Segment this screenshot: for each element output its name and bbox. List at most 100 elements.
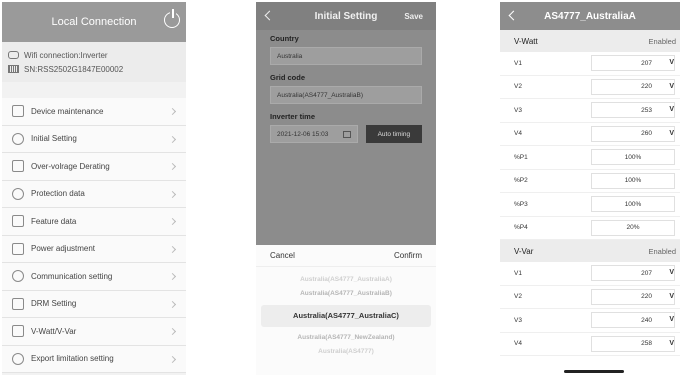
chevron-right-icon [168, 327, 177, 336]
serial-number-text: SN:RSS2502G1847E00002 [24, 64, 124, 74]
link-icon [8, 51, 19, 59]
menu-item-export-limitation[interactable]: Export limitation setting [2, 346, 186, 373]
param-name: V3 [514, 316, 522, 324]
menu-item-initial-setting[interactable]: Initial Setting [2, 126, 186, 153]
param-row: V2 220 V [500, 286, 680, 309]
param-row: V1 207 V [500, 52, 680, 76]
unit-label: V [669, 129, 674, 137]
param-input[interactable]: 100% [591, 149, 675, 165]
param-input[interactable]: 20% [591, 219, 675, 236]
auto-timing-button[interactable]: Auto timing [365, 125, 422, 143]
picker-option-selected[interactable]: Australia(AS4777_AustraliaC) [261, 305, 431, 327]
user-setting-icon [12, 132, 24, 145]
section-status[interactable]: Enabled [648, 247, 676, 256]
shield-icon [12, 187, 24, 200]
back-arrow-icon[interactable] [508, 10, 519, 21]
v-watt-section-header[interactable]: V-Watt Enabled [500, 30, 680, 52]
param-row: V4 260 V [500, 123, 680, 146]
param-name: V1 [514, 269, 522, 277]
chevron-right-icon [168, 245, 177, 253]
menu-item-label: Communication setting [31, 271, 113, 281]
chevron-right-icon [168, 355, 177, 363]
confirm-button[interactable]: Confirm [394, 251, 422, 260]
param-input[interactable]: 220 [591, 78, 675, 95]
param-row: V4 258 V [500, 333, 680, 356]
param-row: V3 253 V [500, 99, 680, 123]
menu-item-label: Protection data [31, 189, 85, 199]
param-input[interactable]: 220 [591, 288, 675, 305]
picker-option[interactable]: Australia(AS4777_AustraliaA) [256, 273, 436, 287]
param-row: V1 207 V [500, 262, 680, 286]
cancel-button[interactable]: Cancel [270, 251, 295, 260]
param-name: V4 [514, 340, 522, 348]
section-label: V-Var [514, 246, 534, 256]
param-input[interactable]: 258 [591, 335, 675, 352]
param-row: %P3 100% [500, 193, 680, 217]
header-bar: Local Connection [2, 2, 186, 42]
home-indicator [564, 370, 624, 373]
menu-item-power-adjustment[interactable]: Power adjustment [2, 236, 186, 263]
country-field[interactable]: Australia [270, 47, 422, 65]
param-name: V3 [514, 106, 522, 114]
picker-option[interactable]: Australia(AS4777_AustraliaB) [256, 287, 436, 301]
unit-label: V [669, 339, 674, 347]
param-name: V2 [514, 293, 522, 301]
header-bar: AS4777_AustraliaA [500, 2, 680, 30]
inverter-time-value: 2021-12-06 15:03 [277, 130, 329, 138]
menu-item-label: DRM Setting [31, 299, 77, 309]
picker-option[interactable]: Australia(AS4777_NewZealand) [256, 331, 436, 345]
param-input[interactable]: 240 [591, 312, 675, 328]
inverter-time-label: Inverter time [270, 112, 316, 121]
menu-item-v-watt-v-var[interactable]: V-Watt/V-Var [2, 318, 186, 346]
chevron-right-icon [168, 217, 177, 226]
unit-label: V [669, 316, 674, 323]
section-status[interactable]: Enabled [648, 37, 676, 46]
chevron-right-icon [168, 135, 177, 143]
param-name: %P1 [514, 153, 528, 161]
section-label: V-Watt [514, 36, 538, 46]
connection-info: Wifi connection:Inverter SN:RSS2502G1847… [2, 42, 186, 82]
wifi-connection-text: Wifi connection:Inverter [24, 50, 108, 60]
export-icon [12, 352, 24, 365]
barcode-icon [8, 65, 19, 73]
screen-title: Local Connection [51, 16, 137, 28]
save-button[interactable]: Save [404, 12, 423, 21]
inverter-time-field[interactable]: 2021-12-06 15:03 [270, 125, 358, 143]
menu-item-feature-data[interactable]: Feature data [2, 208, 186, 236]
unit-label: V [669, 292, 674, 300]
menu-item-protection-data[interactable]: Protection data [2, 181, 186, 208]
power-icon[interactable] [164, 9, 180, 28]
param-input[interactable]: 100% [591, 172, 675, 189]
param-input[interactable]: 260 [591, 125, 675, 142]
menu-item-label: Device maintenance [31, 106, 104, 116]
param-name: V4 [514, 130, 522, 138]
param-name: %P4 [514, 224, 528, 232]
drm-icon [12, 297, 24, 310]
back-arrow-icon[interactable] [264, 10, 275, 21]
menu-item-label: Power adjustment [31, 244, 96, 254]
unit-label: V [669, 59, 674, 66]
menu-item-over-voltage-derating[interactable]: Over-volrage Derating [2, 153, 186, 181]
param-input[interactable]: 100% [591, 196, 675, 212]
menu-item-drm-setting[interactable]: DRM Setting [2, 291, 186, 318]
chart-icon [12, 325, 24, 338]
param-input[interactable]: 253 [591, 102, 675, 118]
unit-label: V [669, 269, 674, 276]
inverter-time-row: 2021-12-06 15:03 Auto timing [270, 125, 422, 143]
picker-option[interactable]: Australia(AS4777) [256, 345, 436, 359]
grid-code-picker[interactable]: Australia(AS4777_AustraliaA) Australia(A… [256, 273, 436, 359]
settings-form: Country Australia Grid code Australia(AS… [256, 30, 436, 245]
menu-item-device-maintenance[interactable]: Device maintenance [2, 98, 186, 126]
picker-toolbar: Cancel Confirm [256, 245, 436, 267]
param-input[interactable]: 207 [591, 265, 675, 281]
param-name: V2 [514, 83, 522, 91]
header-bar: Initial Setting Save [256, 2, 436, 30]
menu-item-label: Export limitation setting [31, 354, 114, 364]
param-input[interactable]: 207 [591, 55, 675, 71]
initial-setting-screen: Initial Setting Save Country Australia G… [256, 2, 436, 375]
country-label: Country [270, 34, 299, 43]
menu-item-communication-setting[interactable]: Communication setting [2, 263, 186, 291]
grid-code-field[interactable]: Australia(AS4777_AustraliaB) [270, 86, 422, 104]
v-var-section-header[interactable]: V-Var Enabled [500, 240, 680, 262]
menu-item-label: Over-volrage Derating [31, 161, 110, 171]
